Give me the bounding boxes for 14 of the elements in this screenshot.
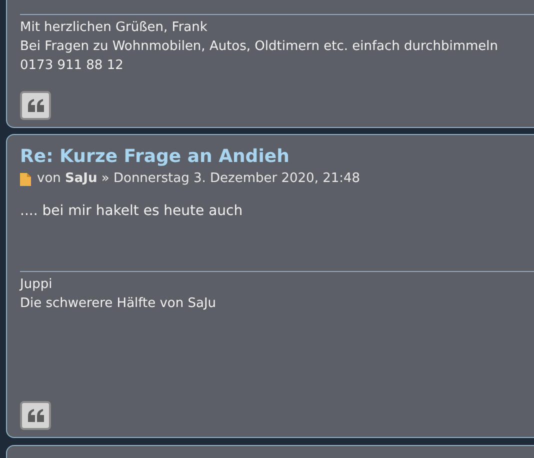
quote-button[interactable] — [20, 91, 51, 120]
signature-line: Die schwerere Hälfte von SaJu — [20, 295, 218, 313]
signature-line: 0173 911 88 12 — [20, 57, 124, 75]
signature-line: Mit herzlichen Grüßen, Frank — [20, 19, 208, 37]
post-title: Re: Kurze Frage an Andieh — [20, 145, 290, 169]
signature-line: Bei Fragen zu Wohnmobilen, Autos, Oldtimern etc. einfach durchbimmeln — [20, 38, 500, 56]
signature-line: Juppi — [20, 276, 54, 294]
quote-icon — [28, 409, 44, 422]
post-meta: von SaJu » Donnerstag 3. Dezember 2020, 21:48 — [37, 170, 360, 188]
document-icon — [20, 172, 31, 186]
author-link[interactable]: SaJu — [65, 171, 98, 186]
quote-icon — [28, 99, 44, 112]
quote-button[interactable] — [20, 401, 51, 430]
post-body: .... bei mir hakelt es heute auch — [20, 202, 244, 221]
